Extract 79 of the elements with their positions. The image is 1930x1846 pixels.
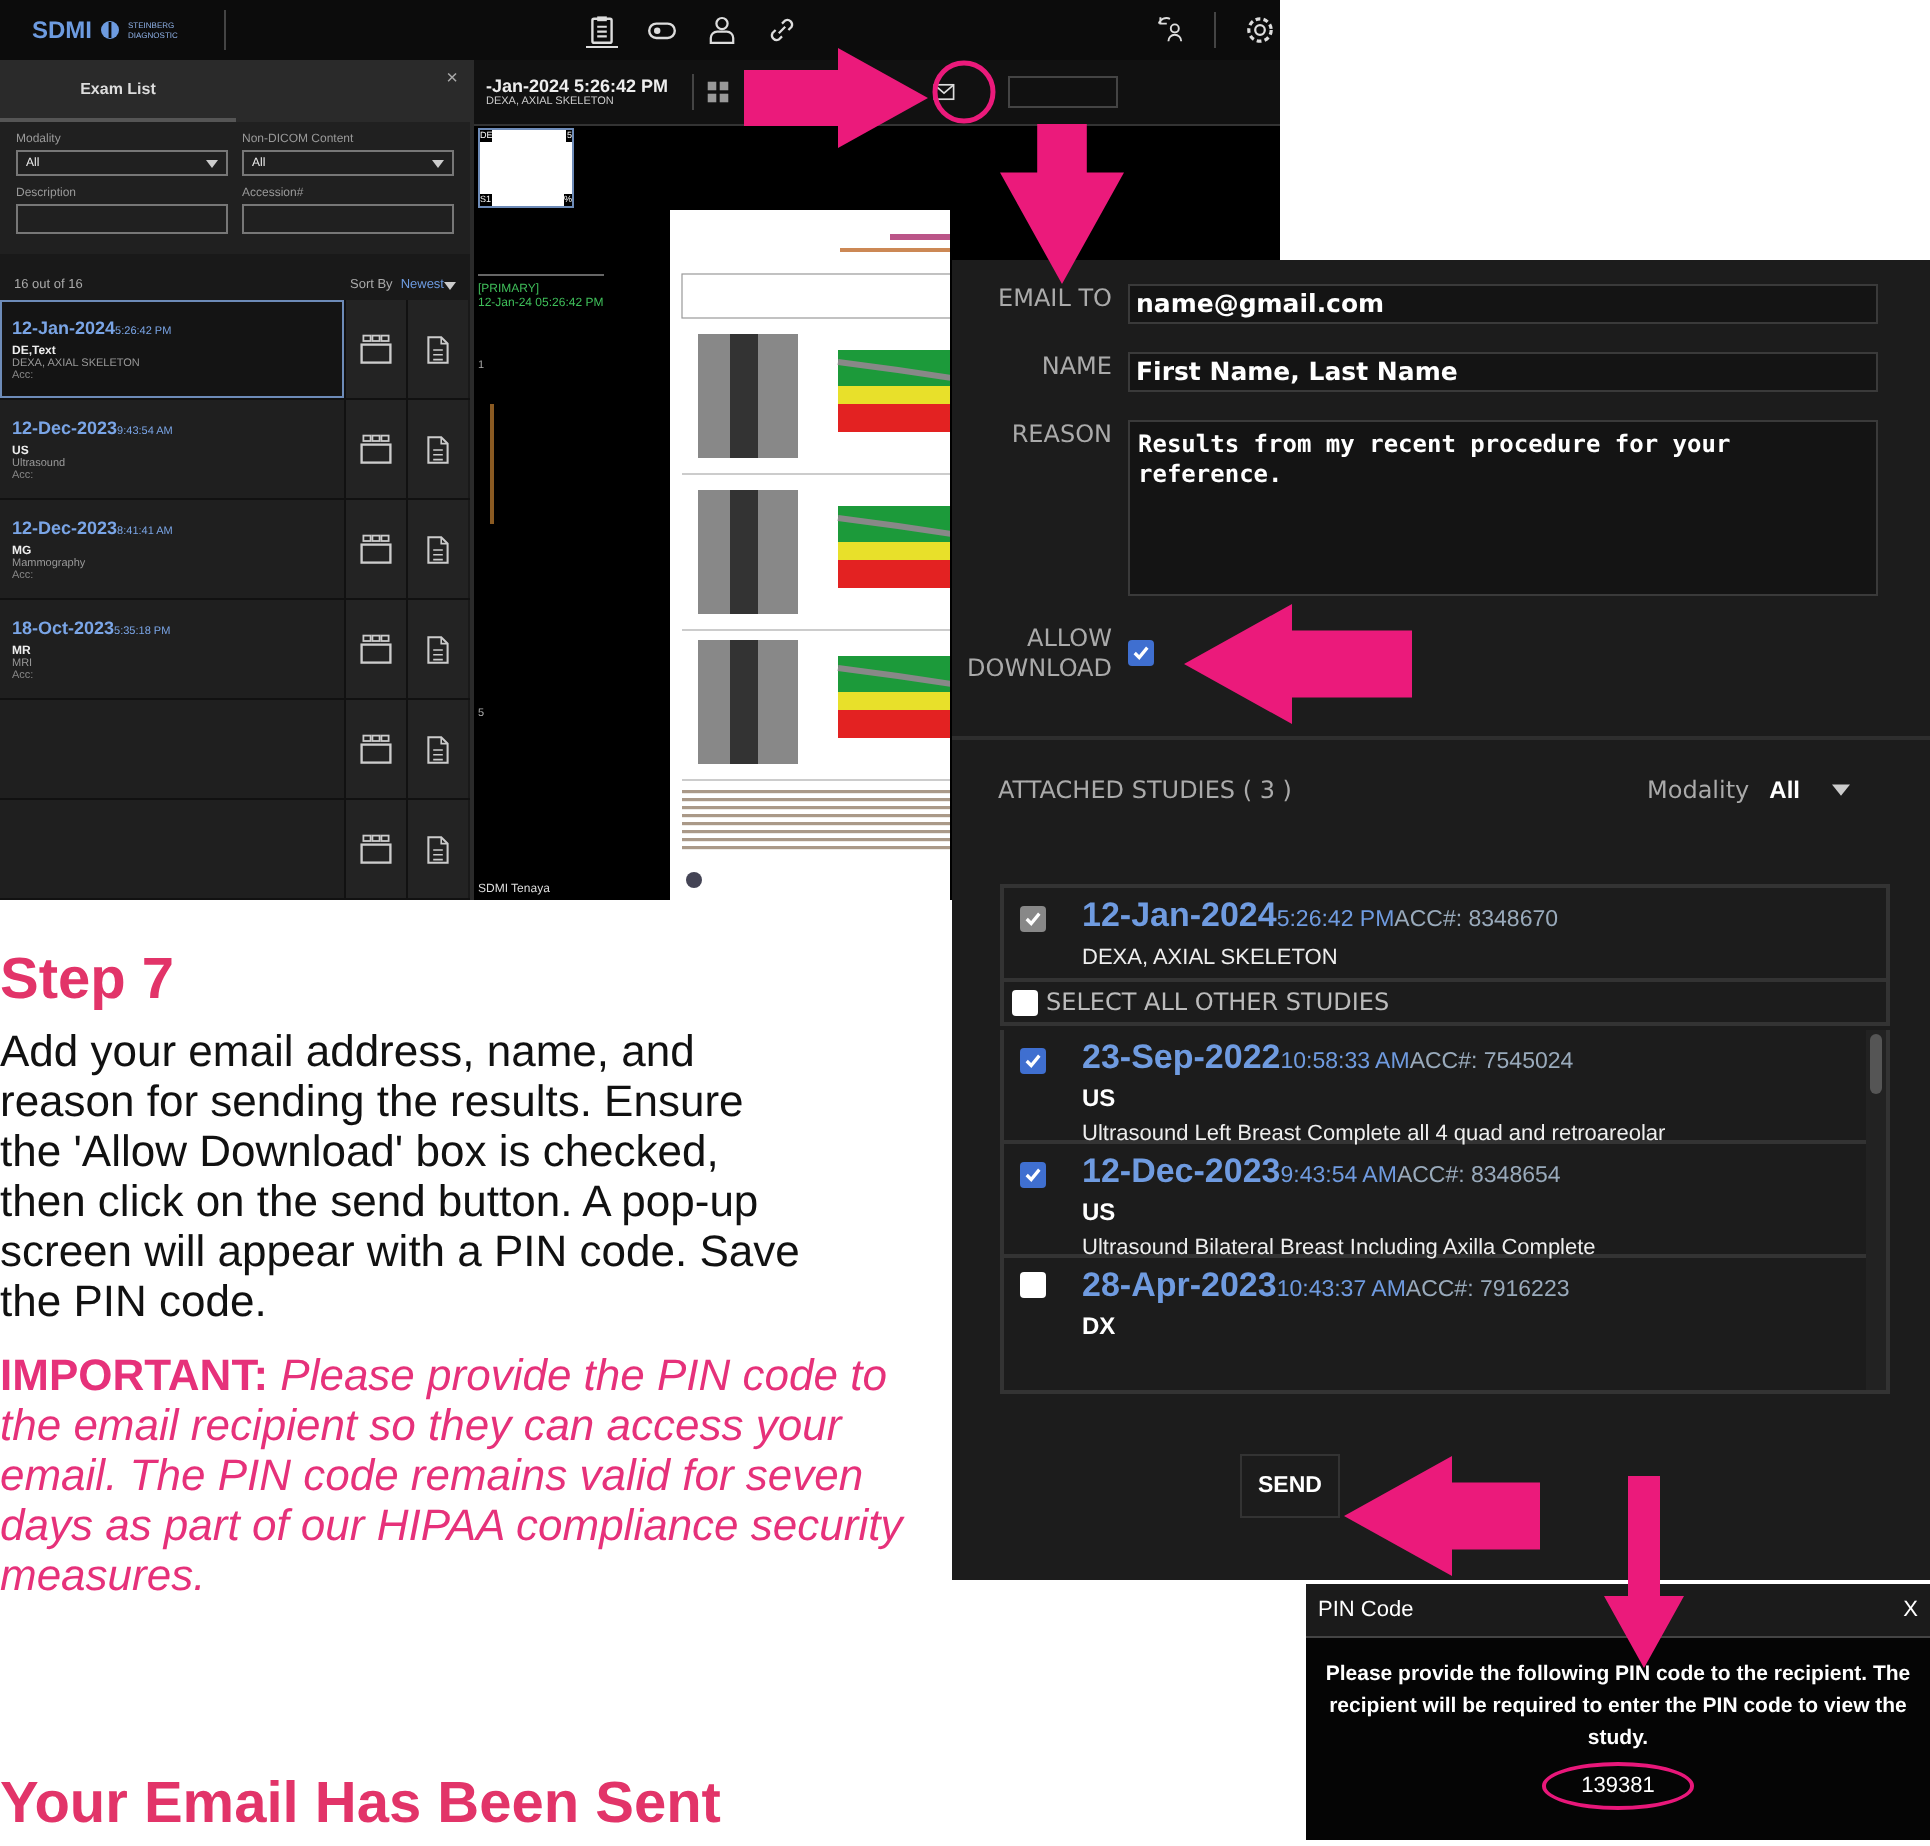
highlight-circle	[932, 60, 996, 124]
document-icon[interactable]	[422, 831, 454, 867]
study-modality: US	[1082, 1084, 1118, 1112]
study-accession: ACC#: 7545024	[1409, 1050, 1574, 1074]
logo-icon	[100, 20, 120, 40]
series-icon[interactable]	[358, 331, 394, 367]
exam-date: 18-Oct-2023	[12, 618, 115, 638]
exam-date: 12-Dec-2023	[12, 418, 118, 438]
study-checkbox[interactable]	[1020, 1272, 1046, 1298]
study-accession: ACC#: 8348670	[1394, 908, 1559, 932]
document-icon[interactable]	[422, 631, 454, 667]
caret-icon	[432, 159, 444, 167]
study-date: 28-Apr-2023	[1082, 1266, 1277, 1304]
person-icon[interactable]	[706, 14, 738, 46]
caret-icon	[206, 159, 218, 167]
select-all-label: SELECT ALL OTHER STUDIES	[1046, 988, 1390, 1016]
study-description: Ultrasound Bilateral Breast Including Axilla Complete	[1082, 1236, 1596, 1260]
study-modality: US	[1082, 1198, 1118, 1226]
pin-message: Please provide the following PIN code to the recipient. The recipient will be required to enter the PIN code to view the study.	[1323, 1660, 1913, 1754]
series-icon[interactable]	[358, 531, 394, 567]
mail-icon[interactable]	[932, 80, 957, 104]
caret-icon	[1832, 784, 1850, 796]
study-description: DEXA, AXIAL SKELETON	[1082, 946, 1340, 970]
study-date: 12-Dec-2023	[1082, 1152, 1281, 1190]
series-icon[interactable]	[358, 631, 394, 667]
step-instructions: Add your email address, name, and reason for sending the results. Ensure the 'Allow Download' box is checked, then click on the send button. A pop-up screen will appear with a PIN code. Save the PIN code.	[0, 1026, 802, 1326]
study-date: 23-Sep-2022	[1082, 1038, 1281, 1076]
study-time: 10:43:37 AM	[1276, 1278, 1406, 1302]
series-icon[interactable]	[358, 831, 394, 867]
dialog-title: PIN Code	[1318, 1598, 1414, 1622]
field-label: EMAIL TO	[996, 284, 1112, 314]
document-icon[interactable]	[422, 531, 454, 567]
field-label: NAME	[1039, 352, 1112, 382]
exam-date: 12-Jan-2024	[12, 318, 116, 338]
document-icon[interactable]	[422, 431, 454, 467]
scale-bar	[490, 404, 494, 524]
document-icon[interactable]	[422, 331, 454, 367]
series-icon[interactable]	[358, 731, 394, 767]
grid-icon[interactable]	[706, 80, 731, 104]
study-title: -Jan-2024 5:26:42 PM	[486, 76, 669, 96]
send-button[interactable]: SEND	[1240, 1454, 1340, 1518]
section-heading: Your Email Has Been Sent	[0, 1772, 723, 1838]
field-label: REASON	[1009, 420, 1112, 450]
text-input[interactable]: First Name, Last Name	[1128, 352, 1878, 392]
caret-icon	[444, 281, 456, 289]
study-accession: ACC#: 7916223	[1405, 1278, 1570, 1302]
study-time: 10:58:33 AM	[1280, 1050, 1410, 1074]
study-row[interactable]: 28-Apr-202310:43:37 AMACC#: 7916223 DX	[1004, 1258, 1866, 1372]
settings-icon[interactable]	[1244, 14, 1276, 46]
text-input[interactable]: name@gmail.com	[1128, 284, 1878, 324]
close-button[interactable]: ×	[446, 68, 458, 90]
select-all-checkbox[interactable]	[1012, 989, 1038, 1015]
allow-download-checkbox[interactable]	[1128, 640, 1154, 666]
study-description: Ultrasound Left Breast Complete all 4 quad and retroareolar	[1082, 1122, 1666, 1146]
study-checkbox[interactable]	[1020, 1048, 1046, 1074]
link-icon[interactable]	[766, 14, 798, 46]
study-date: 12-Jan-2024	[1082, 896, 1277, 934]
study-accession: ACC#: 8348654	[1396, 1164, 1561, 1188]
logo-text: SDMI	[32, 16, 92, 44]
study-checkbox[interactable]	[1020, 1162, 1046, 1188]
study-time: 9:43:54 AM	[1280, 1164, 1397, 1188]
series-icon[interactable]	[358, 431, 394, 467]
study-time: 5:26:42 PM	[1276, 908, 1395, 932]
important-note: IMPORTANT: Please provide the PIN code to the email recipient so they can access your email. The PIN code remains valid for seven days as part of our HIPAA compliance security measures.	[0, 1350, 907, 1600]
modality-label: Modality	[1647, 776, 1750, 804]
document-icon[interactable]	[422, 731, 454, 767]
study-modality: DX	[1082, 1312, 1118, 1340]
field-label: ALLOW DOWNLOAD	[965, 624, 1112, 684]
user-switch-icon[interactable]	[1154, 14, 1186, 46]
pin-code: 139381	[1541, 1762, 1695, 1810]
step-heading: Step 7	[0, 948, 177, 1014]
clipboard-icon[interactable]	[586, 13, 618, 47]
filter-input[interactable]	[16, 204, 228, 234]
reason-textarea[interactable]: Results from my recent procedure for your reference.	[1128, 420, 1878, 596]
close-button[interactable]: X	[1903, 1598, 1918, 1622]
exam-date: 12-Dec-2023	[12, 518, 118, 538]
filter-input[interactable]	[242, 204, 454, 234]
modality-dropdown[interactable]: All	[1769, 776, 1800, 804]
attached-studies-title: ATTACHED STUDIES ( 3 )	[998, 776, 1292, 804]
